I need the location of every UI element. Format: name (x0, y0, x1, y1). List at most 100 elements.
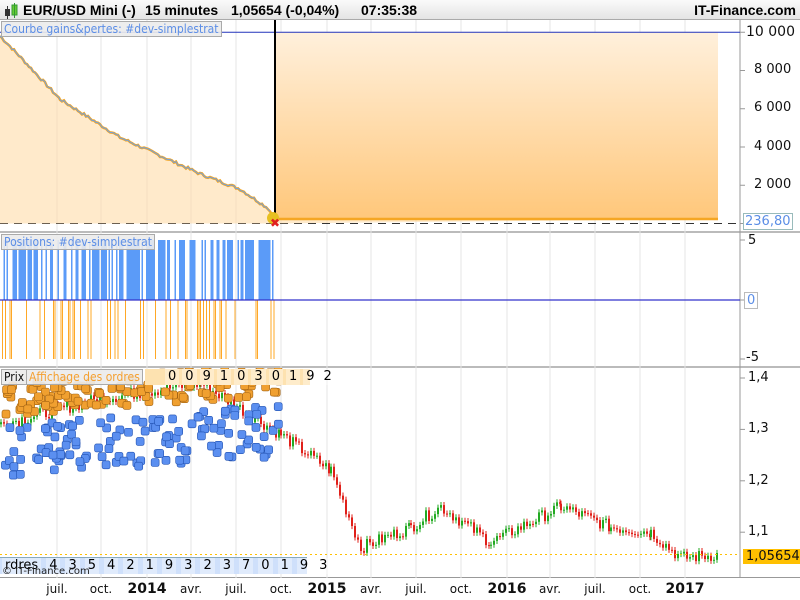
instrument-name[interactable]: EUR/USD Mini (-) (23, 0, 136, 20)
order-count[interactable]: 2 (123, 558, 138, 574)
long-order-marker (214, 441, 223, 450)
clock: 07:35:38 (361, 2, 418, 18)
order-count[interactable]: 1 (285, 369, 301, 385)
order-count[interactable]: 0 (268, 369, 283, 385)
order-count[interactable]: 1 (216, 369, 232, 385)
order-count[interactable]: 0 (234, 369, 249, 385)
candle-body (686, 551, 688, 559)
short-order-marker (201, 389, 211, 398)
order-count[interactable]: 3 (219, 558, 235, 574)
candle-body (520, 526, 522, 530)
candle-body (428, 510, 430, 521)
order-count[interactable]: 7 (239, 558, 254, 574)
candle-body (599, 520, 601, 529)
order-count[interactable]: 9 (199, 369, 214, 385)
candle-body (218, 393, 220, 399)
candle-body (330, 466, 332, 474)
order-count[interactable]: 3 (181, 558, 196, 574)
long-order-marker (61, 440, 71, 450)
candle-body (622, 530, 624, 533)
short-order-marker (178, 392, 188, 402)
candle-body (328, 463, 330, 474)
short-bar (54, 300, 56, 359)
candle-body (713, 559, 715, 561)
short-bar (177, 300, 179, 359)
long-order-marker (259, 452, 269, 462)
short-bar (39, 300, 41, 359)
order-count[interactable]: 0 (182, 369, 197, 385)
order-count[interactable]: 9 (296, 558, 312, 574)
short-bar (273, 300, 275, 359)
candle-body (634, 534, 636, 536)
short-bar (225, 300, 227, 359)
positions-panel: Positions: #dev-simplestrat 5 0 -5 (0, 233, 800, 368)
candle-body (348, 514, 350, 518)
short-bar (140, 300, 141, 359)
long-order-marker (9, 447, 19, 456)
candle-body (292, 437, 294, 447)
long-order-marker (71, 437, 81, 447)
candle-body (283, 434, 285, 436)
long-order-marker (50, 432, 60, 442)
order-count[interactable]: 2 (200, 558, 215, 574)
candle-body (319, 455, 321, 464)
candle-body (313, 450, 315, 456)
y-tick: 5 (748, 233, 757, 248)
equity-label[interactable]: Courbe gains&pertes: #dev-simplestrat (1, 21, 222, 37)
tab-order-display[interactable]: Affichage des ordres (26, 369, 143, 385)
candle-body (625, 530, 627, 533)
short-bar (72, 300, 74, 359)
order-count[interactable]: 4 (104, 558, 119, 574)
order-count[interactable]: 0 (258, 558, 273, 574)
order-count[interactable]: 1 (142, 558, 157, 574)
candle-body (476, 527, 478, 533)
short-bar (44, 300, 45, 359)
candle-body (605, 518, 607, 521)
order-count[interactable]: 3 (251, 369, 266, 385)
long-order-marker (94, 443, 103, 453)
short-order-marker (73, 396, 83, 406)
timeframe[interactable]: 15 minutes (145, 0, 218, 20)
x-tick: juil. (405, 582, 427, 596)
candle-body (671, 549, 673, 551)
tab-prix[interactable]: Prix (1, 369, 28, 385)
order-count[interactable]: 9 (303, 369, 318, 385)
short-order-marker (270, 387, 279, 397)
candle-body (154, 392, 156, 396)
long-order-marker (104, 444, 114, 454)
long-order-marker (237, 430, 247, 439)
long-order-marker (207, 441, 216, 451)
positions-label[interactable]: Positions: #dev-simplestrat (1, 234, 155, 250)
x-tick: oct. (89, 582, 113, 596)
short-bar (213, 300, 215, 359)
short-order-marker (122, 401, 132, 410)
candle-body (384, 534, 386, 543)
order-count[interactable]: 3 (316, 558, 331, 574)
candlestick-icon (3, 3, 18, 19)
candle-body (48, 416, 50, 419)
long-order-marker (217, 419, 226, 428)
order-count[interactable]: 9 (161, 558, 177, 574)
candle-body (578, 511, 580, 517)
short-bar (68, 300, 69, 359)
candle-body (278, 429, 280, 438)
candle-body (310, 450, 312, 456)
candle-body (587, 513, 589, 515)
short-order-marker (91, 400, 101, 410)
short-order-marker (81, 384, 90, 394)
order-count[interactable]: 1 (277, 558, 292, 574)
candle-body (351, 517, 353, 527)
candle-body (505, 528, 507, 533)
long-bar (228, 240, 230, 300)
long-bar (158, 240, 160, 300)
candle-body (375, 544, 377, 546)
candle-body (584, 511, 586, 514)
candle-body (15, 420, 17, 422)
order-count[interactable]: 0 (165, 369, 180, 385)
candle-body (157, 392, 159, 395)
candle-body (523, 521, 525, 530)
candle-body (628, 532, 630, 534)
candle-body (339, 484, 341, 496)
long-order-marker (48, 450, 58, 460)
order-count[interactable]: 2 (320, 369, 335, 385)
